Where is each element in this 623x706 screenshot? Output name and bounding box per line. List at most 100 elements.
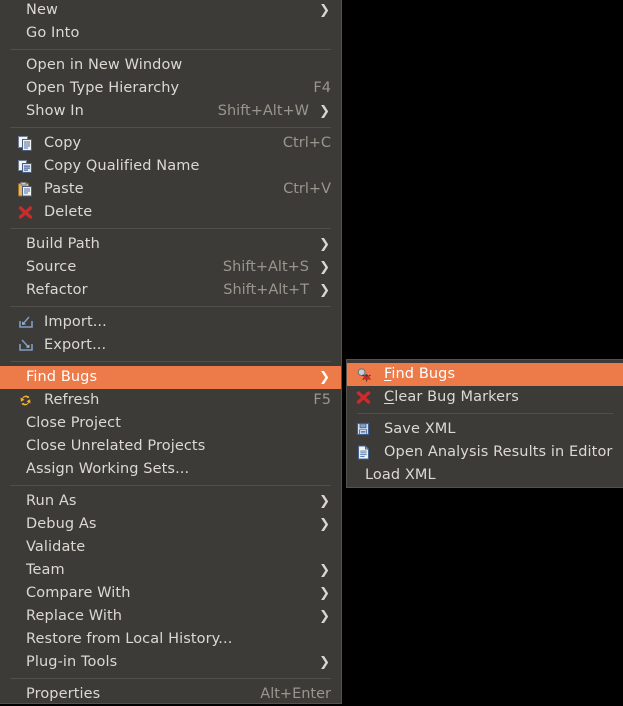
menu-item-label: New: [26, 3, 58, 18]
submenu-item-clear-bug-markers[interactable]: Clear Bug Markers: [347, 386, 623, 409]
menu-item-label: Find Bugs: [26, 370, 97, 385]
menu-item-compare-with[interactable]: Compare With ❯: [0, 582, 341, 605]
menu-item-new[interactable]: New ❯: [0, 0, 341, 22]
menu-item-export[interactable]: Export...: [0, 334, 341, 357]
menu-item-replace-with[interactable]: Replace With ❯: [0, 605, 341, 628]
copy-icon: [18, 135, 40, 153]
menu-item-label: Run As: [26, 494, 77, 509]
menu-item-go-into[interactable]: Go Into: [0, 22, 341, 45]
menu-item-label: Export...: [44, 338, 106, 353]
menu-item-paste[interactable]: Paste Ctrl+V: [0, 178, 341, 201]
copy-qualified-name-icon: [18, 158, 40, 176]
menu-item-build-path[interactable]: Build Path ❯: [0, 233, 341, 256]
menu-item-label: Close Project: [26, 416, 121, 431]
chevron-right-icon: ❯: [319, 610, 330, 623]
menu-item-show-in[interactable]: Show In Shift+Alt+W ❯: [0, 100, 341, 123]
menu-item-open-in-new-window[interactable]: Open in New Window: [0, 54, 341, 77]
chevron-right-icon: ❯: [319, 261, 330, 274]
menu-item-delete[interactable]: Delete: [0, 201, 341, 224]
menu-item-copy[interactable]: Copy Ctrl+C: [0, 132, 341, 155]
menu-item-label: Import...: [44, 315, 107, 330]
menu-separator: [10, 127, 331, 128]
menu-item-team[interactable]: Team ❯: [0, 559, 341, 582]
menu-item-open-type-hierarchy[interactable]: Open Type Hierarchy F4: [0, 77, 341, 100]
chevron-right-icon: ❯: [319, 238, 330, 251]
chevron-right-icon: ❯: [319, 105, 330, 118]
chevron-right-icon: ❯: [319, 518, 330, 531]
menu-item-close-project[interactable]: Close Project: [0, 412, 341, 435]
menu-item-label: Close Unrelated Projects: [26, 439, 205, 454]
find-bugs-submenu[interactable]: Find Bugs Clear Bug Markers Save XML: [346, 359, 623, 488]
submenu-item-text: lear Bug Markers: [394, 389, 519, 405]
menu-item-label: Assign Working Sets...: [26, 462, 189, 477]
submenu-item-load-xml[interactable]: Load XML: [347, 464, 623, 487]
delete-x-icon: [18, 204, 40, 222]
document-icon: [356, 444, 378, 462]
project-explorer-context-menu[interactable]: New ❯ Go Into Open in New Window Open Ty…: [0, 0, 342, 704]
menu-item-label: Open Type Hierarchy: [26, 81, 179, 96]
menu-item-plug-in-tools[interactable]: Plug-in Tools ❯: [0, 651, 341, 674]
refresh-icon: [18, 392, 40, 410]
submenu-item-label: Open Analysis Results in Editor: [384, 445, 613, 460]
submenu-item-label: Save XML: [384, 422, 456, 437]
menu-item-label: Debug As: [26, 517, 97, 532]
menu-item-run-as[interactable]: Run As ❯: [0, 490, 341, 513]
submenu-item-label: Find Bugs: [384, 367, 455, 382]
menu-item-accelerator: Shift+Alt+S: [223, 260, 309, 275]
menu-item-label: Team: [26, 563, 65, 578]
menu-item-refactor[interactable]: Refactor Shift+Alt+T ❯: [0, 279, 341, 302]
menu-item-import[interactable]: Import...: [0, 311, 341, 334]
menu-item-label: Validate: [26, 540, 85, 555]
menu-separator: [10, 678, 331, 679]
chevron-right-icon: ❯: [319, 284, 330, 297]
menu-item-label: Show In: [26, 104, 84, 119]
menu-item-accelerator: Shift+Alt+W: [218, 104, 309, 119]
bug-icon: [356, 366, 378, 384]
menu-item-label: Copy: [44, 136, 81, 151]
menu-item-label: Paste: [44, 182, 84, 197]
menu-item-label: Copy Qualified Name: [44, 159, 199, 174]
menu-item-close-unrelated-projects[interactable]: Close Unrelated Projects: [0, 435, 341, 458]
menu-separator: [10, 228, 331, 229]
submenu-item-find-bugs[interactable]: Find Bugs: [347, 363, 623, 386]
delete-x-icon: [356, 389, 378, 407]
menu-item-properties[interactable]: Properties Alt+Enter: [0, 683, 341, 706]
menu-item-label: Replace With: [26, 609, 122, 624]
submenu-item-label: Clear Bug Markers: [384, 390, 519, 405]
menu-separator: [357, 413, 613, 414]
menu-item-debug-as[interactable]: Debug As ❯: [0, 513, 341, 536]
chevron-right-icon: ❯: [319, 587, 330, 600]
chevron-right-icon: ❯: [319, 495, 330, 508]
menu-separator: [10, 485, 331, 486]
submenu-item-text: ind Bugs: [391, 366, 455, 382]
menu-item-label: Compare With: [26, 586, 131, 601]
menu-separator: [10, 361, 331, 362]
submenu-item-label: Load XML: [365, 468, 436, 483]
menu-separator: [10, 306, 331, 307]
menu-item-accelerator: Ctrl+V: [283, 182, 331, 197]
menu-item-label: Go Into: [26, 26, 79, 41]
menu-item-accelerator: Ctrl+C: [283, 136, 331, 151]
menu-item-label: Source: [26, 260, 76, 275]
export-icon: [18, 337, 40, 355]
submenu-item-save-xml[interactable]: Save XML: [347, 418, 623, 441]
menu-item-copy-qualified-name[interactable]: Copy Qualified Name: [0, 155, 341, 178]
chevron-right-icon: ❯: [319, 4, 330, 17]
menu-item-assign-working-sets[interactable]: Assign Working Sets...: [0, 458, 341, 481]
menu-item-source[interactable]: Source Shift+Alt+S ❯: [0, 256, 341, 279]
menu-item-accelerator: F5: [313, 393, 331, 408]
chevron-right-icon: ❯: [319, 656, 330, 669]
menu-item-label: Restore from Local History...: [26, 632, 232, 647]
menu-item-label: Plug-in Tools: [26, 655, 117, 670]
menu-item-restore-from-local-history[interactable]: Restore from Local History...: [0, 628, 341, 651]
mnemonic-letter: C: [384, 389, 394, 405]
save-xml-icon: [356, 421, 378, 439]
menu-item-label: Delete: [44, 205, 92, 220]
submenu-item-open-analysis-results-in-editor[interactable]: Open Analysis Results in Editor: [347, 441, 623, 464]
menu-item-label: Build Path: [26, 237, 100, 252]
menu-item-refresh[interactable]: Refresh F5: [0, 389, 341, 412]
chevron-right-icon: ❯: [319, 371, 330, 384]
menu-item-accelerator: F4: [313, 81, 331, 96]
menu-item-validate[interactable]: Validate: [0, 536, 341, 559]
menu-item-find-bugs[interactable]: Find Bugs ❯: [0, 366, 341, 389]
